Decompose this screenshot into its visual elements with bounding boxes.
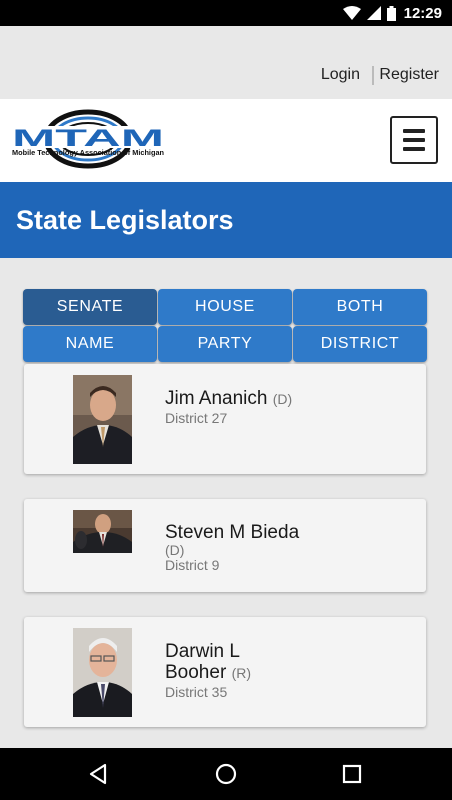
hamburger-menu-button[interactable] bbox=[390, 116, 438, 164]
legislator-info: Darwin L Booher (R) District 35 bbox=[165, 641, 251, 700]
status-time: 12:29 bbox=[403, 4, 442, 22]
register-link[interactable]: Register bbox=[379, 66, 439, 84]
legislator-district: District 27 bbox=[165, 410, 228, 426]
android-nav-bar bbox=[0, 748, 452, 800]
site-header: MTAM Mobile Technology Association of Mi… bbox=[0, 99, 452, 182]
sort-party-button[interactable]: PARTY bbox=[158, 326, 292, 362]
legislator-district: District 9 bbox=[165, 557, 220, 573]
page-banner: State Legislators bbox=[0, 182, 452, 258]
login-link[interactable]: Login bbox=[321, 66, 360, 84]
legislator-name-last: Booher bbox=[165, 662, 227, 683]
legislator-party: (D) bbox=[165, 542, 185, 558]
auth-links: Login Register bbox=[0, 26, 452, 99]
status-icons: 12:29 bbox=[342, 4, 442, 22]
legislator-info: Jim Ananich (D) District 27 bbox=[165, 388, 292, 426]
legislator-name: Jim Ananich bbox=[165, 388, 268, 409]
legislator-district: District 35 bbox=[165, 684, 228, 700]
legislator-card[interactable]: Darwin L Booher (R) District 35 bbox=[24, 617, 426, 727]
legislator-name-first: Darwin L bbox=[165, 641, 240, 662]
sort-name-button[interactable]: NAME bbox=[23, 326, 157, 362]
legislator-card[interactable]: Jim Ananich (D) District 27 bbox=[24, 364, 426, 474]
wifi-icon bbox=[342, 6, 361, 20]
menu-icon-bar bbox=[403, 147, 425, 151]
legislator-card[interactable]: Steven M Bieda (D) District 9 bbox=[24, 499, 426, 592]
logo-text: MTAM bbox=[12, 125, 164, 152]
home-icon[interactable] bbox=[214, 762, 238, 786]
legislator-photo bbox=[73, 510, 132, 553]
battery-icon bbox=[386, 5, 396, 21]
legislator-info: Steven M Bieda (D) District 9 bbox=[165, 522, 299, 573]
back-icon[interactable] bbox=[86, 762, 110, 786]
logo-subtitle: Mobile Technology Association of Michiga… bbox=[12, 150, 164, 157]
status-bar: 12:29 bbox=[0, 0, 452, 26]
filter-both-button[interactable]: BOTH bbox=[293, 289, 427, 325]
mtam-logo[interactable]: MTAM Mobile Technology Association of Mi… bbox=[10, 109, 166, 171]
legislator-name: Steven M Bieda bbox=[165, 522, 300, 543]
legislator-party: (R) bbox=[231, 665, 251, 681]
legislator-photo bbox=[73, 375, 132, 464]
signal-icon bbox=[366, 6, 381, 20]
filter-house-button[interactable]: HOUSE bbox=[158, 289, 292, 325]
legislator-list-area: SENATE HOUSE BOTH NAME PARTY DISTRICT Ji… bbox=[0, 258, 452, 748]
page-title: State Legislators bbox=[16, 205, 234, 235]
link-divider bbox=[372, 66, 374, 85]
menu-icon-bar bbox=[403, 138, 425, 142]
legislator-photo bbox=[73, 628, 132, 717]
recents-icon[interactable] bbox=[340, 762, 364, 786]
sort-district-button[interactable]: DISTRICT bbox=[293, 326, 427, 362]
filter-senate-button[interactable]: SENATE bbox=[23, 289, 157, 325]
legislator-party: (D) bbox=[272, 391, 293, 407]
menu-icon bbox=[403, 129, 425, 133]
